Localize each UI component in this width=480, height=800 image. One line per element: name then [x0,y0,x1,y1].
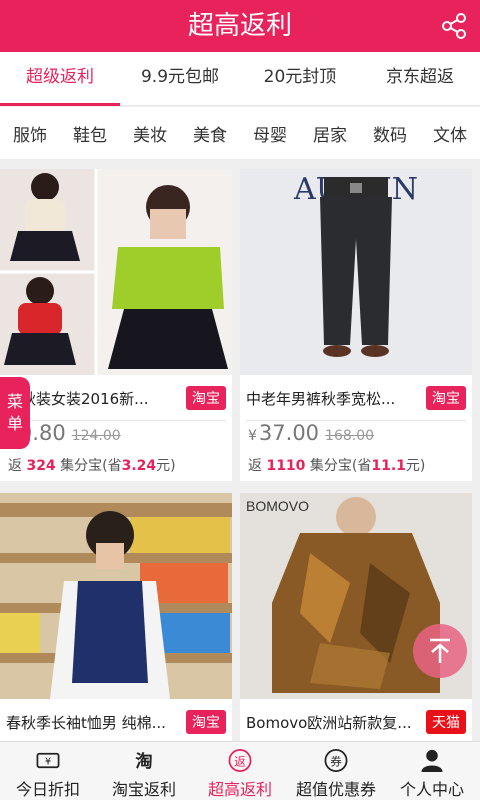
product-image: AUTMN [240,169,472,375]
product-title: Bomovo欧洲站新款复... [246,713,412,732]
product-title-row: Bomovo欧洲站新款复... 天猫 [246,705,466,739]
back-to-top-button[interactable] [413,624,467,678]
product-title-row: 中老年男裤秋季宽松... 淘宝 [246,381,466,415]
platform-badge: 淘宝 [426,386,466,410]
platform-badge: 淘宝 [186,386,226,410]
product-title: 春秋季长袖t恤男 纯棉... [6,713,166,732]
nav-label: 淘宝返利 [111,780,176,799]
nav-label: 今日折扣 [15,780,80,799]
category-home[interactable]: 居家 [313,121,347,146]
category-baby[interactable]: 母婴 [253,121,287,146]
nav-super-rebate[interactable]: 返 超高返利 [192,742,288,800]
rebate-info: 返 324 集分宝(省3.24元) [8,455,176,475]
product-title-row: 春秋季长袖t恤男 纯棉... 淘宝 [6,705,226,739]
arrow-up-icon [430,638,450,663]
platform-badge: 天猫 [426,710,466,734]
rebate-suffix: 元) [156,458,176,474]
rebate-points: 324 [26,458,56,474]
svg-text:¥: ¥ [45,756,51,767]
share-icon[interactable] [440,12,468,40]
category-digital[interactable]: 数码 [373,121,407,146]
menu-label-2: 单 [6,414,23,433]
svg-text:返: 返 [234,754,246,768]
nav-coupons[interactable]: 券 超值优惠券 [288,742,384,800]
rebate-suffix: 元) [405,458,426,474]
product-card[interactable]: 春秋季长袖t恤男 纯棉... 淘宝 [0,493,232,741]
rebate-prefix: 返 [248,458,267,474]
original-price: 124.00 [71,428,121,444]
category-food[interactable]: 美食 [193,121,227,146]
app-header: 超高返利 [0,0,480,52]
coupon-icon: 券 [324,749,348,772]
product-image [0,493,232,699]
nav-user-center[interactable]: 个人中心 [384,742,480,800]
taobao-icon: 淘 [135,751,152,772]
nav-taobao-rebate[interactable]: 淘 淘宝返利 [96,742,192,800]
category-stationery[interactable]: 文体 [433,121,467,146]
nav-label: 个人中心 [399,780,464,799]
product-image [0,169,232,375]
brand-text: BOMOVO [246,498,309,514]
tab-super-rebate[interactable]: 超级返利 [0,52,120,106]
svg-text:券: 券 [330,754,342,768]
product-title: 中老年男裤秋季宽松... [246,389,396,408]
platform-badge: 淘宝 [186,710,226,734]
tab-20-cap[interactable]: 20元封顶 [240,52,360,105]
side-menu-button[interactable]: 菜 单 [0,377,30,449]
original-price: 168.00 [325,428,375,444]
rebate-info: 返 1110 集分宝(省11.1元) [248,455,425,475]
tab-jd-rebate[interactable]: 京东超返 [360,52,480,105]
currency-symbol: ¥ [248,428,257,444]
price: 37.00 [258,421,320,445]
rebate-points: 1110 [266,458,306,474]
rebate-save: 11.1 [371,458,406,474]
category-clothing[interactable]: 服饰 [13,121,47,146]
page-title: 超高返利 [187,11,292,41]
bottom-nav: ¥ 今日折扣 淘 淘宝返利 返 超高返利 券 超值优惠券 个人中心 [0,741,480,800]
product-title: 码秋装女装2016新... [6,389,149,408]
user-icon [421,749,443,773]
price-row: ¥ 37.00 168.00 [248,421,374,453]
nav-label: 超值优惠券 [295,780,376,799]
discount-ticket-icon: ¥ [36,752,60,769]
product-card[interactable]: 码秋装女装2016新... 淘宝 ¥ 0.80 124.00 返 324 集分宝… [0,169,232,481]
nav-today-discount[interactable]: ¥ 今日折扣 [0,742,96,800]
rebate-mid: 集分宝(省 [55,458,122,474]
rebate-prefix: 返 [8,458,27,474]
category-shoes-bags[interactable]: 鞋包 [73,121,107,146]
rebate-mid: 集分宝(省 [305,458,372,474]
category-bar: 服饰 鞋包 美妆 美食 母婴 居家 数码 文体 [0,107,480,159]
menu-label-1: 菜 [6,392,23,411]
product-card[interactable]: BOMOVO Bomovo欧洲站新款复... 天猫 [240,493,472,741]
rebate-icon: 返 [228,749,252,772]
product-card[interactable]: AUTMN 中老年男裤秋季宽松... 淘宝 ¥ 37.00 168.00 返 1… [240,169,472,481]
nav-label: 超高返利 [207,780,272,799]
product-title-row: 码秋装女装2016新... 淘宝 [6,381,226,415]
svg-text:淘: 淘 [135,751,152,772]
top-tab-bar: 超级返利 9.9元包邮 20元封顶 京东超返 [0,52,480,106]
rebate-save: 3.24 [121,458,157,474]
tab-9-9-free-shipping[interactable]: 9.9元包邮 [120,52,240,105]
category-beauty[interactable]: 美妆 [133,121,167,146]
